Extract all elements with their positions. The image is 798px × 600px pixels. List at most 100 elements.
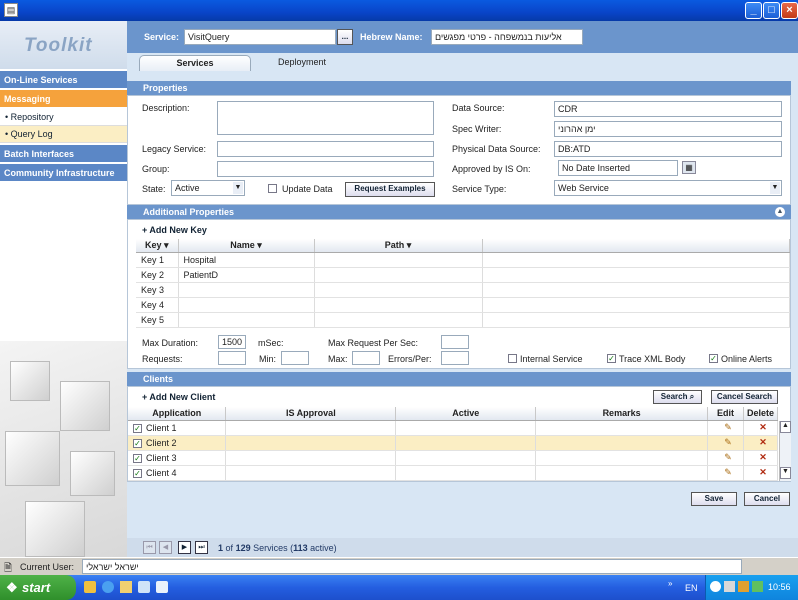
edit-pencil-icon[interactable]: ✎ [707,450,744,466]
table-row[interactable]: Key 1 Hospital [136,252,790,268]
name-cell[interactable] [178,297,315,313]
max-request-input[interactable] [441,335,469,349]
first-page-icon[interactable]: ⏮ [143,541,156,554]
path-cell[interactable] [314,252,483,268]
spec-writer-field[interactable]: ימן אהרוני [554,121,782,137]
calendar-icon[interactable]: ▦ [682,161,696,174]
nav-batch-interfaces[interactable]: Batch Interfaces [0,145,127,163]
column-key[interactable]: Key ▾ [136,239,179,253]
nav-query-log[interactable]: • Query Log [0,126,127,143]
physical-data-source-field[interactable]: DB:ATD [554,141,782,157]
table-row[interactable]: ✓ Client 3 ✎ ✕ [128,450,779,466]
app-icon[interactable] [138,581,150,593]
tray-icon[interactable] [710,581,721,592]
description-field[interactable] [217,101,434,135]
update-data-checkbox[interactable] [268,184,277,193]
application-cell[interactable]: ✓ Client 4 [128,465,227,481]
column-path[interactable]: Path ▾ [314,239,483,253]
nav-online-services[interactable]: On-Line Services [0,71,127,89]
column-name[interactable]: Name ▾ [178,239,315,253]
name-cell[interactable] [178,312,315,328]
table-row[interactable]: Key 5 [136,312,790,328]
next-page-icon[interactable]: ▶ [178,541,191,554]
save-button[interactable]: Save [691,492,737,506]
table-row[interactable]: Key 2 PatientD [136,267,790,283]
group-field[interactable] [217,161,434,177]
previous-page-icon[interactable]: ◀ [159,541,172,554]
nav-messaging[interactable]: Messaging [0,90,127,108]
table-row[interactable]: ✓ Client 2 ✎ ✕ [128,435,779,451]
edit-pencil-icon[interactable]: ✎ [707,435,744,451]
nav-repository[interactable]: • Repository [0,109,127,126]
security-icon[interactable] [738,581,749,592]
client-checkbox[interactable]: ✓ [133,468,142,478]
tab-deployment[interactable]: Deployment [257,55,347,71]
browse-button[interactable]: ... [337,29,353,45]
close-button[interactable]: × [781,2,798,19]
min-input[interactable] [281,351,309,365]
client-checkbox[interactable]: ✓ [133,453,142,463]
column-application[interactable]: Application [128,407,227,421]
internal-service-checkbox[interactable] [508,354,517,363]
delete-icon[interactable]: ✕ [743,450,779,466]
max-input[interactable] [352,351,380,365]
app-icon[interactable]: ▤ [4,3,18,17]
application-cell[interactable]: ✓ Client 3 [128,450,227,466]
approved-date-field[interactable]: No Date Inserted [558,160,678,176]
table-row[interactable]: ✓ Client 4 ✎ ✕ [128,465,779,481]
last-page-icon[interactable]: ⏭ [195,541,208,554]
path-cell[interactable] [314,282,483,298]
column-is-approval[interactable]: IS Approval [225,407,397,421]
legacy-service-field[interactable] [217,141,434,157]
delete-icon[interactable]: ✕ [743,420,779,436]
application-cell[interactable]: ✓ Client 1 [128,420,227,436]
online-alerts-checkbox[interactable]: ✓ [709,354,718,363]
browser-icon[interactable] [102,581,114,593]
clients-scrollbar[interactable]: ▲ ▼ [779,421,791,481]
table-row[interactable]: Key 4 [136,297,790,313]
column-remarks[interactable]: Remarks [535,407,708,421]
application-cell[interactable]: ✓ Client 2 [128,435,227,451]
add-new-client-link[interactable]: + Add New Client [142,392,215,402]
path-cell[interactable] [314,297,483,313]
name-cell[interactable] [178,282,315,298]
tab-services[interactable]: Services [139,55,251,71]
minimize-button[interactable]: _ [745,2,762,19]
service-type-select[interactable]: Web Service ▼ [554,180,782,196]
edit-pencil-icon[interactable]: ✎ [707,465,744,481]
name-cell[interactable]: PatientD [178,267,315,283]
table-row[interactable]: ✓ Client 1 ✎ ✕ [128,420,779,436]
path-cell[interactable] [314,267,483,283]
delete-icon[interactable]: ✕ [743,465,779,481]
scroll-up-icon[interactable]: ▲ [780,421,791,433]
delete-icon[interactable]: ✕ [743,435,779,451]
request-examples-button[interactable]: Request Examples [345,182,435,197]
maximize-button[interactable]: □ [763,2,780,19]
service-input[interactable]: VisitQuery [184,29,336,45]
scroll-down-icon[interactable]: ▼ [780,467,791,479]
table-row[interactable]: Key 3 [136,282,790,298]
max-duration-input[interactable]: 1500 [218,335,246,349]
errors-input[interactable] [441,351,469,365]
start-button[interactable]: ❖ start [0,575,76,600]
add-new-key-link[interactable]: + Add New Key [142,225,207,235]
language-indicator[interactable]: EN [685,583,698,593]
requests-input[interactable] [218,351,246,365]
cancel-search-button[interactable]: Cancel Search [711,390,778,404]
state-select[interactable]: Active ▼ [171,180,245,196]
nav-community-infrastructure[interactable]: Community Infrastructure [0,164,127,182]
column-active[interactable]: Active [395,407,537,421]
data-source-field[interactable]: CDR [554,101,782,117]
path-cell[interactable] [314,312,483,328]
cancel-button[interactable]: Cancel [744,492,790,506]
network-icon[interactable] [724,581,735,592]
trace-xml-checkbox[interactable]: ✓ [607,354,616,363]
quicklaunch-icon[interactable] [84,581,96,593]
client-checkbox[interactable]: ✓ [133,438,142,448]
client-checkbox[interactable]: ✓ [133,423,142,433]
name-cell[interactable]: Hospital [178,252,315,268]
expand-tray-icon[interactable]: » [668,579,672,588]
hebrew-name-input[interactable]: אליעות בנמשפחה - פרטי מפגשים [431,29,583,45]
media-icon[interactable] [156,581,168,593]
volume-icon[interactable] [752,581,763,592]
